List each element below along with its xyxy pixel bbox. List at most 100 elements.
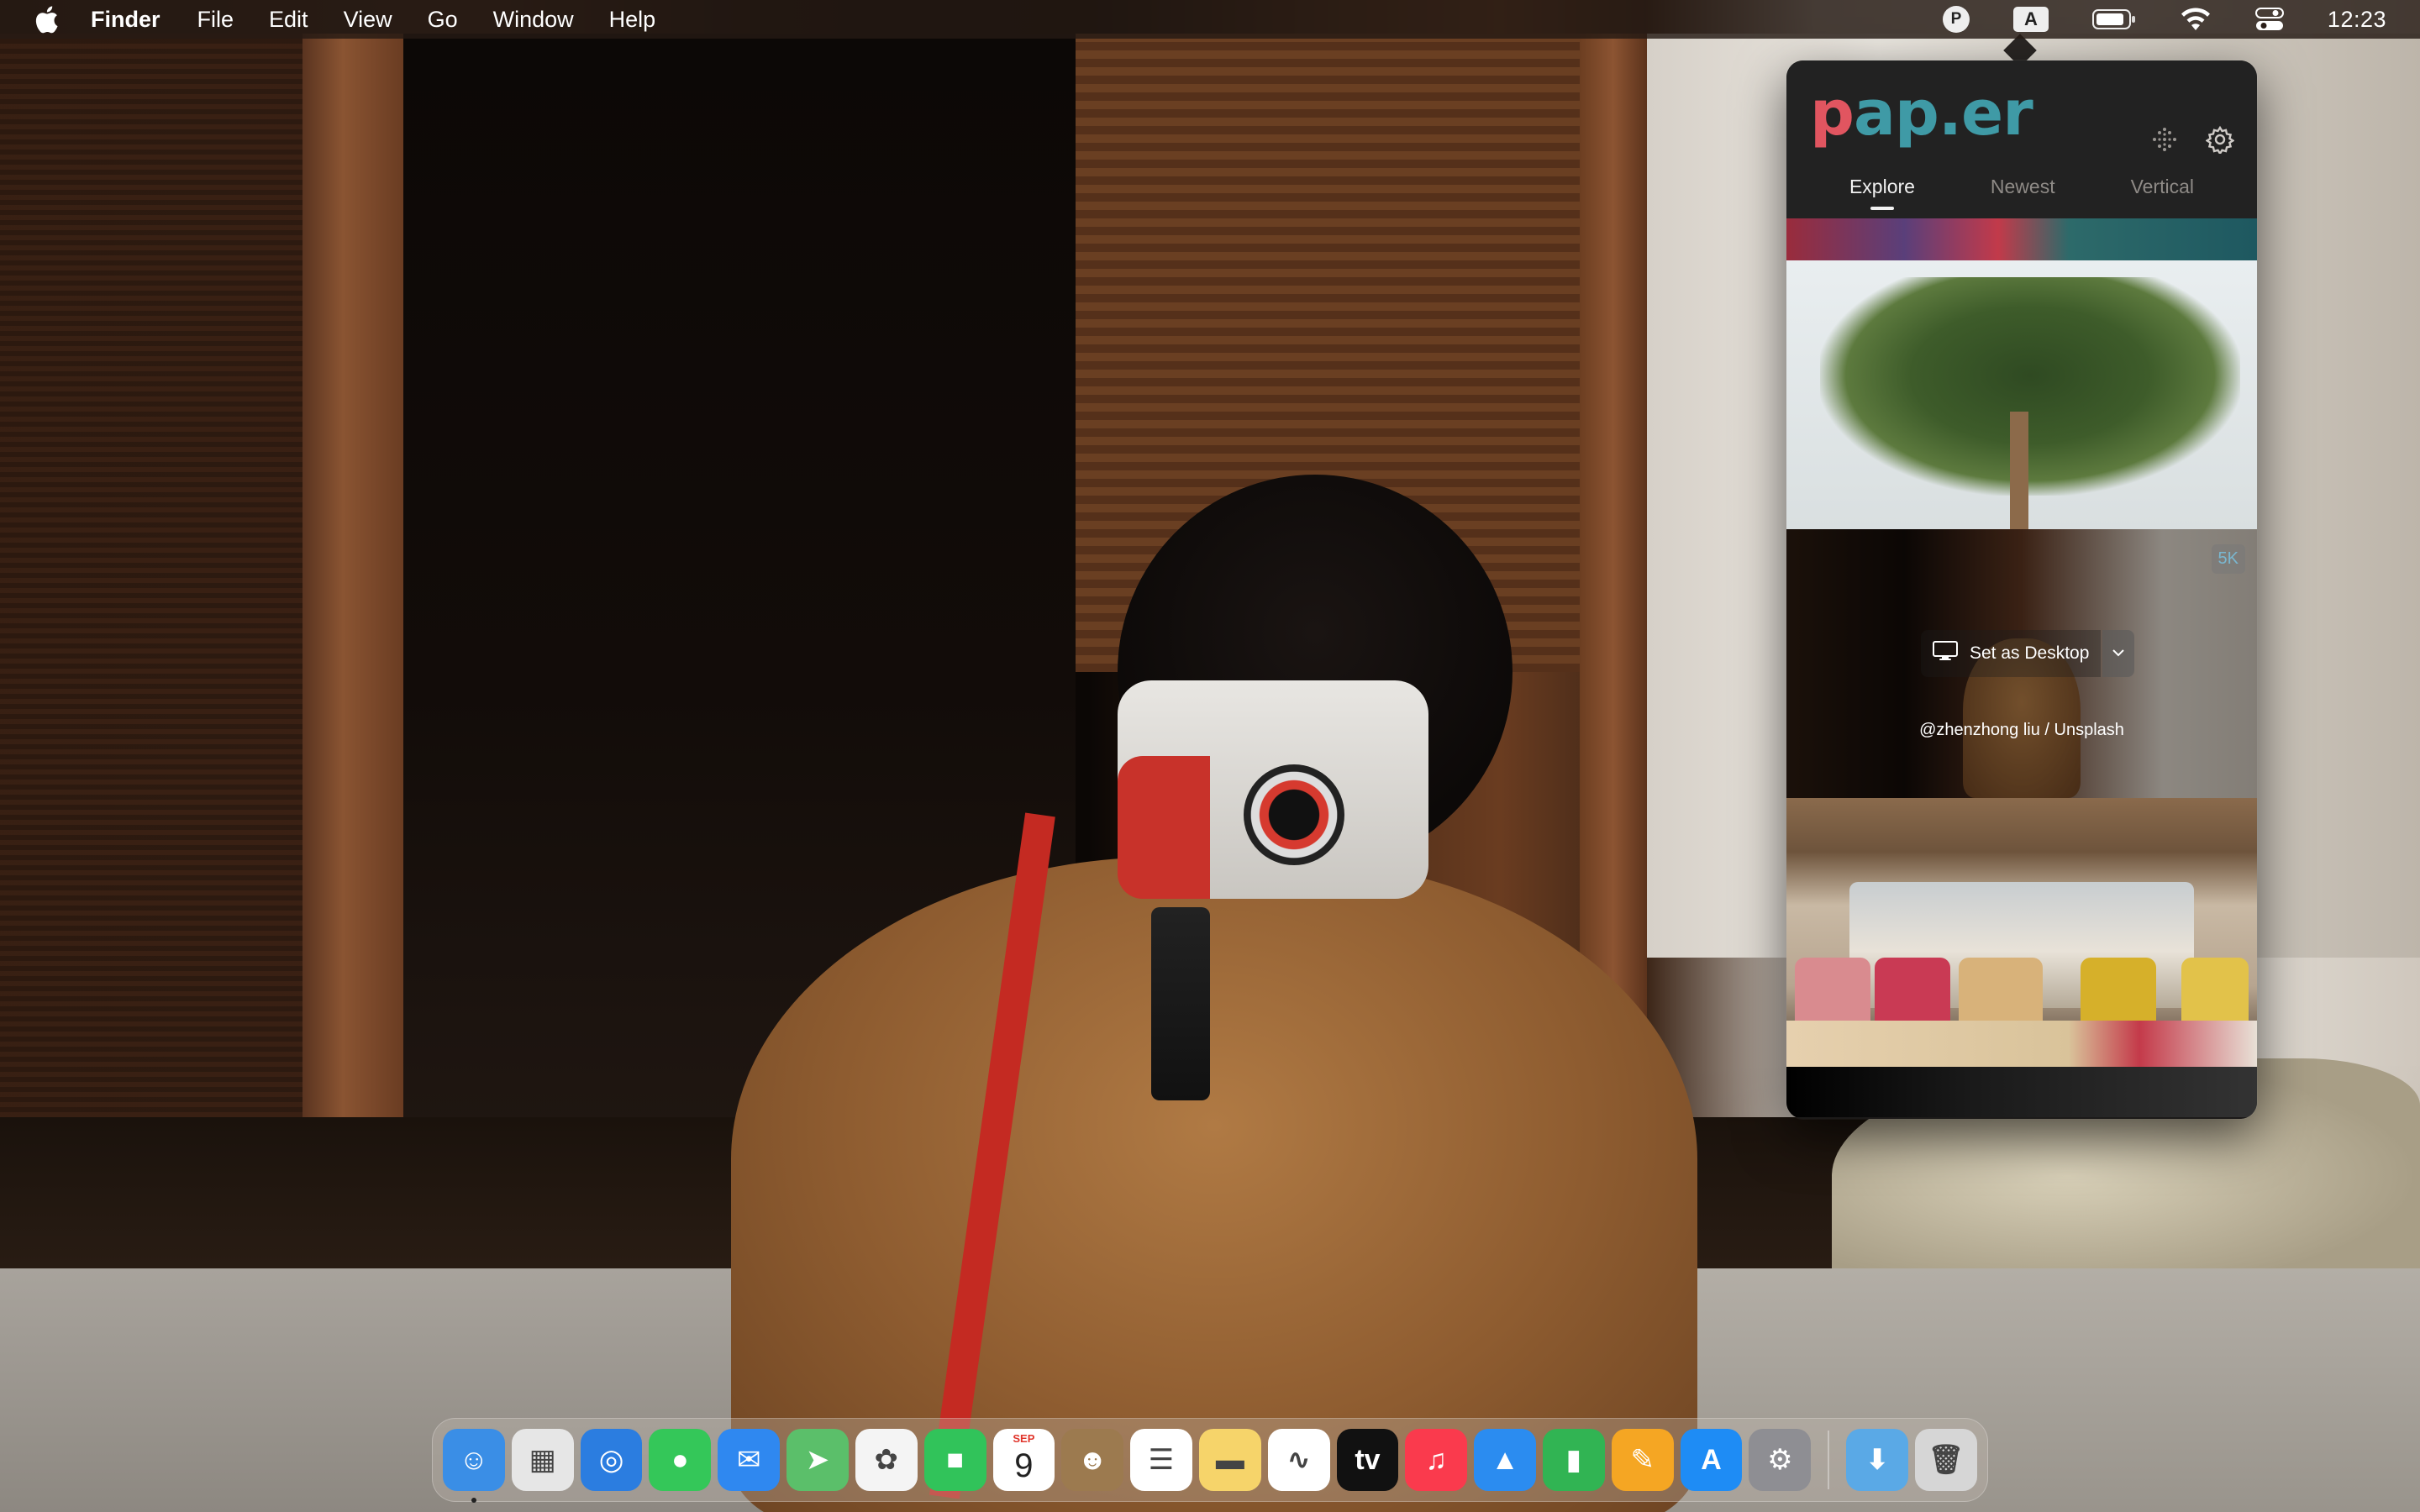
system-settings-icon[interactable]: ⚙ [1749,1429,1812,1491]
set-as-desktop-label: Set as Desktop [1970,643,2090,663]
menu-view[interactable]: View [344,7,392,33]
input-source-icon: A [2012,7,2049,32]
battery-icon[interactable] [2091,8,2136,30]
messages-icon[interactable]: ● [649,1429,712,1491]
tab-newest[interactable]: Newest [1991,176,2055,207]
menu-bar-clock[interactable]: 12:23 [2328,7,2386,33]
paper-popover: pap.er Explore Newest Vertical 5K Set as… [1786,60,2257,1119]
dock-separator [1828,1431,1830,1489]
trash-icon[interactable]: 🗑 [1915,1429,1977,1491]
wallpaper-door-frame [302,34,403,1134]
thumb-tree-crown [1820,277,2240,496]
downloads-folder-icon[interactable]: ⬇ [1846,1429,1909,1491]
wallpaper-thumbnail[interactable] [1786,218,2257,260]
wallpaper-thumbnail[interactable] [1786,1067,2257,1117]
wallpaper-wall-panel [0,34,302,1126]
calendar-icon[interactable]: SEP 9 [992,1429,1055,1491]
menu-edit[interactable]: Edit [269,7,308,33]
resolution-badge: 5K [2211,544,2245,574]
maps-icon[interactable]: ➤ [786,1429,849,1491]
wallpaper-tripod [1151,907,1210,1100]
launchpad-icon[interactable]: ▦ [511,1429,574,1491]
messages-icon-glyph: ● [671,1443,689,1476]
keynote-icon-glyph: ▲ [1491,1443,1519,1476]
numbers-icon[interactable]: ▮ [1543,1429,1605,1491]
music-icon-glyph: ♫ [1425,1443,1448,1476]
notes-icon-glyph: ▬ [1215,1443,1244,1476]
menu-file[interactable]: File [197,7,234,33]
control-center-icon[interactable] [2254,7,2284,32]
photo-credit-link[interactable]: @zhenzhong liu / Unsplash [1786,721,2257,740]
finder-icon[interactable]: ☺ [443,1429,505,1503]
facetime-icon[interactable]: ■ [923,1429,986,1491]
pages-icon-glyph: ✎ [1630,1444,1655,1476]
menu-bar-left: Finder File Edit View Go Window Help [0,0,691,39]
monitor-icon [1933,641,1958,666]
thumb-tree-trunk [2010,412,2028,529]
freeform-icon[interactable]: ∿ [1267,1429,1330,1491]
contacts-icon[interactable]: ☻ [1061,1429,1124,1491]
trash-icon-glyph: 🗑 [1928,1444,1965,1476]
mail-icon-glyph: ✉ [736,1444,761,1476]
contacts-icon-glyph: ☻ [1077,1443,1108,1476]
tab-vertical[interactable]: Vertical [2131,176,2194,207]
input-source-menu-extra[interactable]: A [2012,7,2049,32]
paper-logo: pap.er [1810,77,2033,150]
calendar-day-label: 9 [1014,1446,1034,1484]
menu-app-finder[interactable]: Finder [91,7,160,33]
popover-tabs: Explore Newest Vertical [1786,176,2257,210]
app-store-icon[interactable]: A [1680,1429,1743,1491]
settings-gear-icon[interactable] [2205,124,2235,155]
system-settings-icon-glyph: ⚙ [1767,1444,1793,1476]
menu-bar-status-area: P A 12:23 [1942,0,2420,39]
launchpad-icon-glyph: ▦ [529,1444,556,1476]
safari-icon[interactable]: ◎ [580,1429,643,1491]
tab-explore[interactable]: Explore [1849,176,1915,210]
numbers-icon-glyph: ▮ [1565,1444,1582,1476]
set-as-desktop-button[interactable]: Set as Desktop [1921,630,2102,677]
chevron-down-icon [2112,646,2125,661]
safari-icon-glyph: ◎ [598,1444,624,1476]
pages-icon[interactable]: ✎ [1611,1429,1674,1491]
apple-tv-icon[interactable]: tv [1336,1429,1399,1491]
thumb-room-bed [1786,1021,2257,1067]
set-as-desktop-control: Set as Desktop [1921,630,2135,677]
wallpaper-camera-lens [1244,764,1344,865]
photos-icon-glyph: ✿ [874,1444,899,1476]
wallpaper-thumbnail-hovered[interactable]: 5K Set as Desktop @zhenzhong liu / Unspl… [1786,529,2257,798]
header-icons [2149,124,2235,155]
facetime-icon-glyph: ■ [946,1443,964,1476]
reminders-icon-glyph: ☰ [1148,1444,1175,1476]
wallpaper-thumbnail[interactable] [1786,260,2257,529]
logo-letter-p: p [1810,77,1854,150]
wallpaper-child-body [731,857,1697,1512]
photos-icon[interactable]: ✿ [855,1429,918,1491]
maps-icon-glyph: ➤ [805,1444,830,1476]
keynote-icon[interactable]: ▲ [1474,1429,1536,1491]
music-icon[interactable]: ♫ [1405,1429,1468,1491]
calendar-month-label: SEP [1013,1432,1035,1445]
wallpaper-feed[interactable]: 5K Set as Desktop @zhenzhong liu / Unspl… [1786,218,2257,1119]
wifi-icon[interactable] [2180,7,2212,32]
freeform-icon-glyph: ∿ [1286,1444,1311,1476]
paper-status-icon: P [1942,6,1970,33]
reminders-icon[interactable]: ☰ [1130,1429,1192,1491]
paper-menu-extra[interactable]: P [1942,6,1970,33]
apple-menu-icon[interactable] [34,5,59,34]
app-store-icon-glyph: A [1701,1443,1722,1476]
set-as-desktop-options-button[interactable] [2102,630,2135,677]
apple-tv-icon-glyph: tv [1355,1443,1381,1476]
menu-window[interactable]: Window [493,7,574,33]
menu-help[interactable]: Help [609,7,656,33]
menu-bar: Finder File Edit View Go Window Help P A [0,0,2420,39]
shuffle-dots-icon[interactable] [2149,124,2180,155]
wallpaper-thumbnail[interactable] [1786,798,2257,1067]
wallpaper-camera-grip [1118,756,1210,899]
menu-go[interactable]: Go [428,7,458,33]
finder-icon-glyph: ☺ [459,1443,489,1476]
notes-icon[interactable]: ▬ [1198,1429,1261,1491]
dock: ☺ ▦ ◎ ● ✉ ➤ ✿ ■ SEP 9 ☻ ☰ ▬ ∿ tv ♫ ▲ ▮ ✎ A ⚙ ⬇ 🗑 [432,1418,1988,1503]
popover-header: pap.er Explore Newest Vertical [1786,60,2257,218]
mail-icon[interactable]: ✉ [718,1429,781,1491]
logo-rest: ap.er [1853,77,2033,150]
